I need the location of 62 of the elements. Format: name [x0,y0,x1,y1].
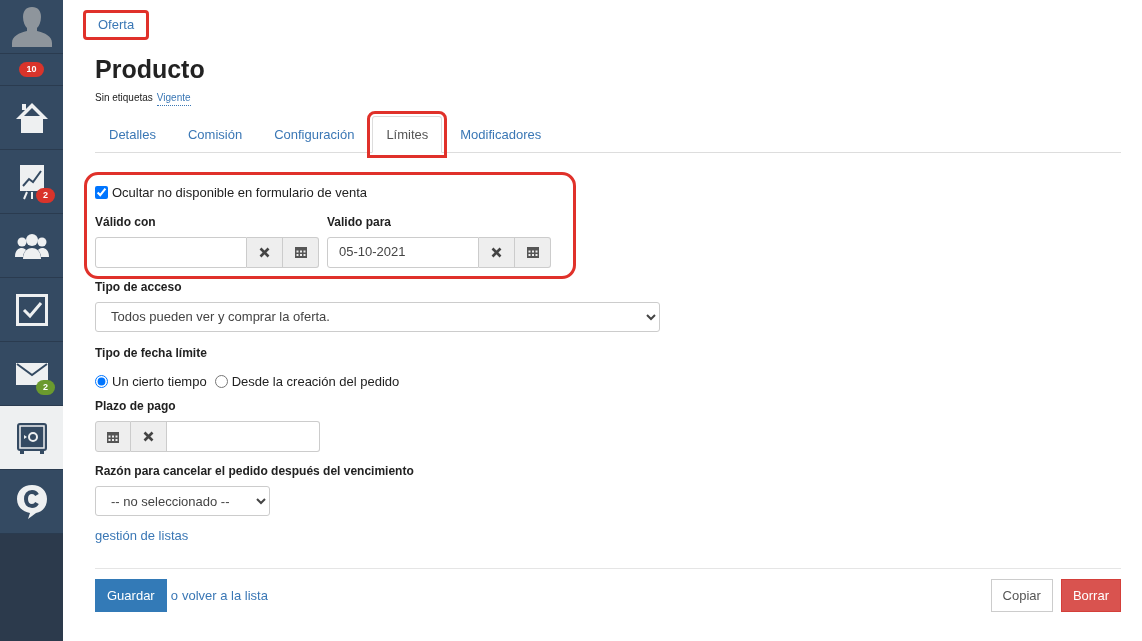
calendar-icon [526,246,539,258]
sidebar-item[interactable] [0,406,63,470]
safe-icon [15,421,48,454]
count-badge: 2 [36,188,55,203]
avatar-icon [9,4,54,49]
sidebar-item[interactable]: 10 [0,54,63,86]
date-field[interactable] [167,421,320,452]
field-label: Plazo de pago [95,398,177,415]
radio-button[interactable] [214,374,228,388]
reason-select[interactable]: -- no seleccionado -- [95,486,270,516]
clear-button[interactable] [479,236,515,268]
tab[interactable]: Detalles [95,115,170,153]
sidebar-item[interactable]: 2 [0,150,63,214]
sidebar-item[interactable] [0,470,63,534]
clear-button[interactable] [131,421,167,452]
date-field[interactable] [95,236,247,268]
date-field[interactable]: 05-10-2021 [327,236,479,268]
home-icon [14,101,49,134]
checkbox-icon [15,293,48,326]
people-icon [14,231,49,260]
sidebar-item[interactable] [0,278,63,342]
status-link[interactable]: Vigente [156,89,191,106]
checkbox-label: Ocultar no disponible en formulario de venta [112,184,368,202]
calendar-icon [107,430,119,443]
radio-label: Un cierto tiempo [112,372,207,391]
close-icon [259,246,270,258]
tab[interactable]: Comisión [173,115,257,153]
radio-button[interactable] [95,374,108,388]
tags-label: Sin etiquetas [95,91,153,105]
field-label: Razón para cancelar el pedido después del vencimiento [95,463,415,480]
close-icon [143,431,154,442]
calendar-button[interactable] [95,421,131,452]
sidebar-item[interactable] [0,86,63,150]
field-label: Válido con [95,213,157,231]
access-select[interactable]: Todos pueden ver y comprar la oferta. [95,301,660,332]
tab[interactable]: Modificadores [446,115,556,153]
radio-label: Desde la creación del pedido [231,372,400,391]
save-button[interactable]: Guardar [95,578,167,612]
chat-logo-icon [15,483,48,520]
or-text: o [170,586,178,605]
close-icon [491,246,502,258]
mail-icon [15,362,48,385]
page-title: Producto [95,53,206,84]
chart-icon [18,163,45,200]
field-label: Valido para [327,213,393,231]
delete-button[interactable]: Borrar [1060,578,1121,612]
calendar-button[interactable] [283,236,319,268]
breadcrumb-link[interactable]: Oferta [83,10,150,40]
field-label: Tipo de acceso [95,278,183,296]
clear-button[interactable] [247,236,283,268]
list-management-link[interactable]: gestión de listas [95,526,189,546]
calendar-icon [294,246,307,258]
checkbox[interactable] [95,186,108,200]
sidebar-item[interactable] [0,214,63,278]
tab[interactable]: Configuración [260,115,369,153]
sidebar-item[interactable]: 2 [0,342,63,406]
calendar-button[interactable] [515,236,551,268]
copy-button[interactable]: Copiar [990,578,1053,612]
count-badge: 2 [36,380,55,395]
back-link[interactable]: volver a la lista [181,585,268,605]
field-label: Tipo de fecha límite [95,344,208,362]
count-badge: 10 [19,62,44,77]
